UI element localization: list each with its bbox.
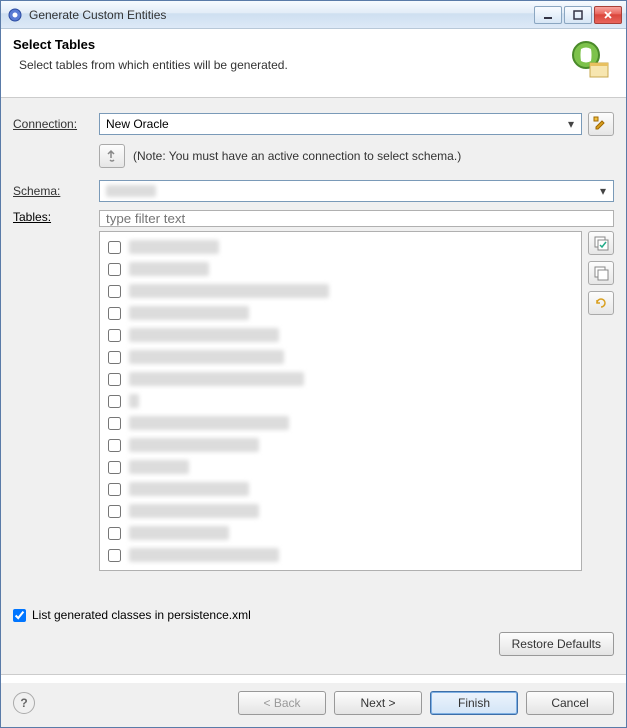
- connection-row: Connection: New Oracle ▾: [13, 112, 614, 136]
- help-button[interactable]: ?: [13, 692, 35, 714]
- window-controls: [534, 6, 622, 24]
- table-checkbox[interactable]: [108, 351, 121, 364]
- table-name-obscured: [129, 548, 279, 562]
- table-checkbox[interactable]: [108, 461, 121, 474]
- table-row[interactable]: [104, 236, 577, 258]
- minimize-button[interactable]: [534, 6, 562, 24]
- table-checkbox[interactable]: [108, 307, 121, 320]
- list-in-persistence-label[interactable]: List generated classes in persistence.xm…: [32, 608, 251, 622]
- schema-combo[interactable]: ▾: [99, 180, 614, 202]
- tables-list[interactable]: [99, 231, 582, 571]
- table-name-obscured: [129, 460, 189, 474]
- table-row[interactable]: [104, 368, 577, 390]
- table-checkbox[interactable]: [108, 483, 121, 496]
- select-all-button[interactable]: [588, 231, 614, 255]
- table-row[interactable]: [104, 544, 577, 566]
- table-checkbox[interactable]: [108, 395, 121, 408]
- options-row: List generated classes in persistence.xm…: [13, 600, 614, 626]
- tables-label: Tables:: [13, 210, 51, 224]
- new-connection-button[interactable]: [588, 112, 614, 136]
- table-name-obscured: [129, 240, 219, 254]
- close-button[interactable]: [594, 6, 622, 24]
- wizard-content: Connection: New Oracle ▾ (Note: You must…: [1, 98, 626, 674]
- connection-combo[interactable]: New Oracle ▾: [99, 113, 582, 135]
- table-row[interactable]: [104, 280, 577, 302]
- table-name-obscured: [129, 526, 229, 540]
- table-row[interactable]: [104, 522, 577, 544]
- connection-label: Connection:: [13, 117, 93, 131]
- table-checkbox[interactable]: [108, 505, 121, 518]
- schema-value: [106, 185, 156, 197]
- maximize-button[interactable]: [564, 6, 592, 24]
- table-row[interactable]: [104, 456, 577, 478]
- table-name-obscured: [129, 284, 329, 298]
- table-name-obscured: [129, 350, 284, 364]
- table-checkbox[interactable]: [108, 285, 121, 298]
- table-row[interactable]: [104, 324, 577, 346]
- wizard-footer: ? < Back Next > Finish Cancel: [1, 683, 626, 727]
- deselect-all-button[interactable]: [588, 261, 614, 285]
- table-name-obscured: [129, 394, 139, 408]
- table-row[interactable]: [104, 258, 577, 280]
- table-checkbox[interactable]: [108, 263, 121, 276]
- table-name-obscured: [129, 372, 304, 386]
- table-checkbox[interactable]: [108, 439, 121, 452]
- finish-button[interactable]: Finish: [430, 691, 518, 715]
- list-in-persistence-checkbox[interactable]: [13, 609, 26, 622]
- page-title: Select Tables: [13, 37, 566, 52]
- restore-defaults-button[interactable]: Restore Defaults: [499, 632, 614, 656]
- table-row[interactable]: [104, 346, 577, 368]
- table-checkbox[interactable]: [108, 417, 121, 430]
- table-row[interactable]: [104, 478, 577, 500]
- titlebar: Generate Custom Entities: [1, 1, 626, 29]
- table-name-obscured: [129, 328, 279, 342]
- table-row[interactable]: [104, 390, 577, 412]
- table-name-obscured: [129, 504, 259, 518]
- wizard-banner-icon: [566, 37, 614, 85]
- app-icon: [7, 7, 23, 23]
- table-checkbox[interactable]: [108, 241, 121, 254]
- chevron-down-icon: ▾: [595, 183, 611, 199]
- tables-side-buttons: [588, 231, 614, 571]
- page-description: Select tables from which entities will b…: [19, 58, 566, 72]
- table-row[interactable]: [104, 434, 577, 456]
- table-row[interactable]: [104, 500, 577, 522]
- table-checkbox[interactable]: [108, 527, 121, 540]
- connection-value: New Oracle: [106, 117, 169, 131]
- table-checkbox[interactable]: [108, 373, 121, 386]
- table-checkbox[interactable]: [108, 549, 121, 562]
- reconnect-button[interactable]: [99, 144, 125, 168]
- filter-input[interactable]: [99, 210, 614, 227]
- connection-note-row: (Note: You must have an active connectio…: [99, 144, 614, 168]
- cancel-button[interactable]: Cancel: [526, 691, 614, 715]
- table-name-obscured: [129, 262, 209, 276]
- table-name-obscured: [129, 306, 249, 320]
- table-name-obscured: [129, 416, 289, 430]
- window-title: Generate Custom Entities: [29, 8, 534, 22]
- schema-row: Schema: ▾: [13, 180, 614, 202]
- table-row[interactable]: [104, 412, 577, 434]
- chevron-down-icon: ▾: [563, 116, 579, 132]
- connection-note: (Note: You must have an active connectio…: [133, 149, 461, 163]
- footer-separator: [1, 674, 626, 675]
- table-checkbox[interactable]: [108, 329, 121, 342]
- restore-row: Restore Defaults: [13, 626, 614, 666]
- next-button[interactable]: Next >: [334, 691, 422, 715]
- wizard-header: Select Tables Select tables from which e…: [1, 29, 626, 98]
- refresh-tables-button[interactable]: [588, 291, 614, 315]
- dialog-window: Generate Custom Entities Select Tables S…: [0, 0, 627, 728]
- back-button: < Back: [238, 691, 326, 715]
- tables-row: Tables:: [13, 210, 614, 600]
- table-name-obscured: [129, 438, 259, 452]
- table-row[interactable]: [104, 302, 577, 324]
- table-name-obscured: [129, 482, 249, 496]
- schema-label: Schema:: [13, 184, 93, 198]
